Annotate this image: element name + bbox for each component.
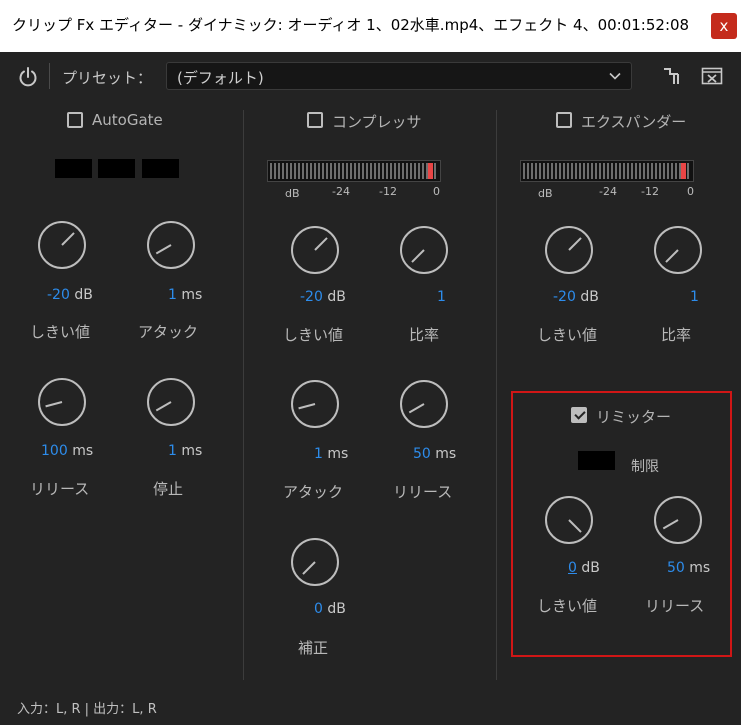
compressor-threshold-value[interactable]: -20 dB xyxy=(300,289,346,305)
compressor-ratio-knob[interactable] xyxy=(399,225,449,275)
compressor-release-label: リリース xyxy=(393,483,453,501)
compressor-release-knob[interactable] xyxy=(399,379,449,429)
close-button[interactable]: x xyxy=(711,13,737,39)
autogate-release-label: リリース xyxy=(30,480,90,498)
close-icon: x xyxy=(719,17,729,35)
autogate-hold-label: 停止 xyxy=(153,480,184,498)
compressor-checkbox[interactable] xyxy=(307,112,323,128)
meter-scale-db: dB xyxy=(285,187,300,200)
compressor-ratio-value[interactable]: 1 xyxy=(437,289,446,305)
autogate-threshold-knob[interactable] xyxy=(37,220,87,270)
compressor-makeup-value[interactable]: 0 dB xyxy=(314,601,346,617)
autogate-checkbox[interactable] xyxy=(67,112,83,128)
preset-value: (デフォルト) xyxy=(177,69,264,87)
compressor-release-value[interactable]: 50 ms xyxy=(413,446,456,462)
meter-scale-db: dB xyxy=(538,187,553,200)
compressor-makeup-knob[interactable] xyxy=(290,537,340,587)
meter-segments xyxy=(523,163,691,179)
meter-scale-zero: 0 xyxy=(433,185,440,198)
routing-icon[interactable] xyxy=(661,65,683,87)
autogate-release-knob[interactable] xyxy=(37,377,87,427)
autogate-release-value[interactable]: 100 ms xyxy=(41,443,93,459)
title-bar: クリップ Fx エディター - ダイナミック: オーディオ 1、02水車.mp4… xyxy=(0,0,741,52)
expander-level-meter xyxy=(520,160,694,182)
limiter-label: リミッター xyxy=(596,408,672,426)
compressor-threshold-label: しきい値 xyxy=(283,326,344,344)
compressor-label: コンプレッサ xyxy=(332,113,422,131)
autogate-attack-knob[interactable] xyxy=(146,220,196,270)
expander-threshold-knob[interactable] xyxy=(544,225,594,275)
expander-label: エクスパンダー xyxy=(581,113,687,131)
autogate-indicator xyxy=(55,159,92,178)
expander-threshold-value[interactable]: -20 dB xyxy=(553,289,599,305)
expander-checkbox[interactable] xyxy=(556,112,572,128)
clear-icon[interactable] xyxy=(701,67,723,85)
limiter-release-label: リリース xyxy=(645,597,705,615)
limiter-threshold-knob[interactable] xyxy=(544,495,594,545)
autogate-attack-label: アタック xyxy=(138,323,199,341)
autogate-threshold-label: しきい値 xyxy=(30,323,91,341)
autogate-label: AutoGate xyxy=(92,111,163,129)
compressor-ratio-label: 比率 xyxy=(409,326,440,344)
limiter-release-value[interactable]: 50 ms xyxy=(667,560,710,576)
window-title: クリップ Fx エディター - ダイナミック: オーディオ 1、02水車.mp4… xyxy=(12,16,690,34)
meter-scale-minus12: -12 xyxy=(379,185,397,198)
limiter-checkbox[interactable] xyxy=(571,407,587,423)
power-icon[interactable] xyxy=(17,66,39,88)
meter-scale-minus12: -12 xyxy=(641,185,659,198)
expander-ratio-label: 比率 xyxy=(661,326,692,344)
autogate-indicator xyxy=(142,159,179,178)
limiter-indicator xyxy=(578,451,615,470)
expander-threshold-label: しきい値 xyxy=(537,326,598,344)
limiter-threshold-value[interactable]: 0 dB xyxy=(568,560,600,576)
compressor-attack-value[interactable]: 1 ms xyxy=(314,446,348,462)
limiter-release-knob[interactable] xyxy=(653,495,703,545)
preset-label: プリセット： xyxy=(62,69,153,87)
meter-scale-zero: 0 xyxy=(687,185,694,198)
compressor-attack-label: アタック xyxy=(283,483,344,501)
autogate-indicator xyxy=(98,159,135,178)
section-divider xyxy=(243,110,244,680)
compressor-makeup-label: 補正 xyxy=(298,639,329,657)
autogate-hold-value[interactable]: 1 ms xyxy=(168,443,202,459)
preset-dropdown[interactable]: (デフォルト) xyxy=(166,62,632,90)
autogate-threshold-value[interactable]: -20 dB xyxy=(47,287,93,303)
autogate-attack-value[interactable]: 1 ms xyxy=(168,287,202,303)
compressor-attack-knob[interactable] xyxy=(290,379,340,429)
autogate-hold-knob[interactable] xyxy=(146,377,196,427)
io-status: 入力：L, R | 出力：L, R xyxy=(17,702,157,717)
expander-ratio-knob[interactable] xyxy=(653,225,703,275)
section-divider xyxy=(496,110,497,680)
meter-scale-minus24: -24 xyxy=(332,185,350,198)
limiter-threshold-label: しきい値 xyxy=(537,597,598,615)
compressor-level-meter xyxy=(267,160,441,182)
toolbar-divider xyxy=(49,63,50,89)
meter-scale-minus24: -24 xyxy=(599,185,617,198)
limiter-indicator-label: 制限 xyxy=(631,459,659,475)
compressor-threshold-knob[interactable] xyxy=(290,225,340,275)
toolbar: プリセット： (デフォルト) xyxy=(0,52,741,100)
meter-peak-indicator xyxy=(428,163,433,179)
meter-peak-indicator xyxy=(681,163,686,179)
meter-segments xyxy=(270,163,438,179)
expander-ratio-value[interactable]: 1 xyxy=(690,289,699,305)
chevron-down-icon xyxy=(609,72,621,80)
